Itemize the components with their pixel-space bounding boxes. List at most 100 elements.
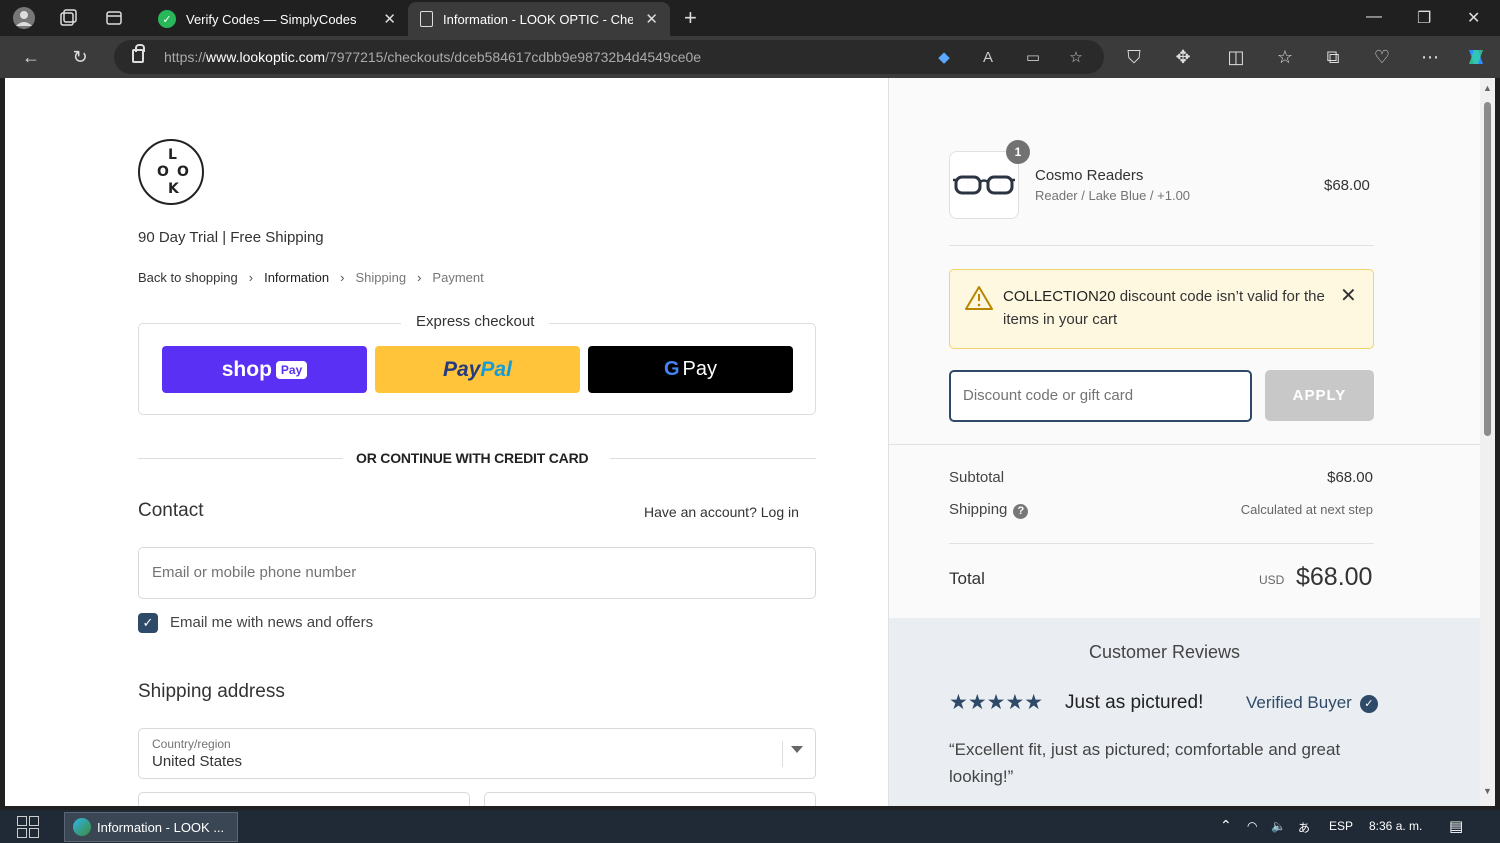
start-menu-icon[interactable] [17, 816, 39, 838]
volume-icon[interactable]: 🔈 [1271, 819, 1286, 833]
google-pay-button[interactable]: G Pay [588, 346, 793, 393]
clock[interactable]: 8:36 a. m. [1369, 819, 1422, 833]
minimize-icon[interactable]: — [1366, 8, 1382, 26]
tab-title: Verify Codes — SimplyCodes [186, 11, 357, 27]
logo-letter: O [177, 164, 189, 180]
tab-simplycodes[interactable]: ✓ Verify Codes — SimplyCodes ✕ [146, 2, 408, 36]
close-icon[interactable]: ✕ [645, 10, 658, 28]
taskbar-app-label: Information - LOOK ... [97, 819, 225, 835]
discount-code-input[interactable]: Discount code or gift card [949, 370, 1252, 422]
quantity-badge: 1 [1006, 140, 1030, 164]
window-close-icon[interactable]: ✕ [1467, 8, 1480, 28]
product-thumbnail [949, 151, 1019, 219]
simplycodes-favicon-icon: ✓ [158, 10, 176, 28]
close-icon[interactable]: ✕ [383, 10, 396, 28]
browser-toolbar: ← ↻ https://www.lookoptic.com/7977215/ch… [0, 36, 1500, 78]
performance-icon[interactable]: ♡ [1370, 45, 1394, 69]
breadcrumb-back-to-shopping[interactable]: Back to shopping [138, 270, 238, 285]
help-icon[interactable]: ? [1013, 504, 1029, 519]
tab-title: Information - LOOK OPTIC - Checkout [443, 11, 633, 27]
divider-text: OR CONTINUE WITH CREDIT CARD [356, 450, 589, 466]
chevron-up-icon[interactable]: ⌃ [1220, 817, 1232, 834]
login-link[interactable]: Have an account? Log in [644, 504, 799, 520]
order-summary: 1 Cosmo Readers Reader / Lake Blue / +1.… [888, 78, 1480, 806]
url-text: https://www.lookoptic.com/7977215/checko… [164, 49, 702, 65]
reviews-title: Customer Reviews [1089, 642, 1241, 662]
favorites-icon[interactable]: ☆ [1273, 45, 1297, 69]
restore-icon[interactable]: ❐ [1417, 8, 1431, 28]
workspaces-icon[interactable] [56, 6, 80, 30]
total-value: $68.00 [1296, 563, 1373, 591]
ime-icon[interactable]: あ [1298, 819, 1310, 836]
paypal-label: Pal [480, 357, 512, 381]
extensions-icon[interactable]: ✥ [1171, 45, 1195, 69]
immersive-reader-icon[interactable]: ▭ [1023, 47, 1043, 67]
close-icon[interactable]: ✕ [1340, 283, 1357, 308]
breadcrumb: Back to shopping › Information › Shippin… [138, 270, 484, 285]
profile-icon[interactable] [12, 6, 36, 30]
taskbar-edge-app[interactable]: Information - LOOK ... [64, 812, 238, 842]
logo-letter: L [168, 147, 177, 163]
express-checkout: Express checkout shop Pay Pay Pal G Pay [138, 313, 816, 415]
last-name-field[interactable] [484, 792, 816, 806]
breadcrumb-shipping: Shipping [355, 270, 407, 285]
split-screen-icon[interactable]: ◫ [1224, 45, 1248, 69]
shop-pay-pill: Pay [275, 360, 308, 379]
page-scrollbar[interactable]: ▲ ▼ [1480, 78, 1495, 806]
wifi-icon[interactable]: ◠ [1247, 819, 1257, 833]
tab-lookoptic[interactable]: Information - LOOK OPTIC - Checkout ✕ [408, 2, 670, 36]
new-tab-icon[interactable]: + [684, 5, 697, 31]
check-icon: ✓ [1359, 695, 1378, 713]
logo-letter: O [157, 164, 169, 180]
shield-extension-icon[interactable]: ⛉ [1122, 45, 1146, 69]
country-select[interactable]: Country/region United States [138, 728, 816, 779]
review-headline: Just as pictured! [1065, 692, 1204, 713]
address-bar[interactable]: https://www.lookoptic.com/7977215/checko… [114, 40, 1104, 74]
warning-icon [965, 286, 993, 310]
scrollbar-thumb[interactable] [1484, 102, 1491, 436]
apply-button[interactable]: APPLY [1265, 370, 1374, 421]
more-menu-icon[interactable]: ⋯ [1418, 45, 1442, 69]
total-label: Total [949, 569, 985, 588]
shipping-value: Calculated at next step [1240, 502, 1373, 517]
back-icon[interactable]: ← [19, 45, 43, 69]
copilot-icon[interactable] [1464, 45, 1488, 69]
collections-icon[interactable]: ⧉ [1321, 45, 1345, 69]
discount-placeholder: Discount code or gift card [963, 387, 1134, 404]
lock-icon [132, 44, 145, 63]
product-name: Cosmo Readers [1035, 167, 1144, 184]
scroll-up-icon[interactable]: ▲ [1483, 83, 1492, 93]
subtotal-value: $68.00 [1327, 469, 1373, 486]
chevron-right-icon: › [248, 270, 254, 285]
checkout-page: L O O K 90 Day Trial | Free Shipping Bac… [5, 78, 1480, 806]
paypal-button[interactable]: Pay Pal [375, 346, 580, 393]
shop-pay-label: shop [221, 357, 272, 381]
language-indicator[interactable]: ESP [1329, 819, 1353, 833]
google-g-icon: G [663, 358, 680, 380]
paypal-label: Pay [443, 357, 481, 381]
subtotal-label: Subtotal [949, 469, 1005, 486]
first-name-field[interactable] [138, 792, 470, 806]
refresh-icon[interactable]: ↻ [68, 45, 92, 69]
email-field[interactable]: Email or mobile phone number [138, 547, 816, 599]
shipping-row-label: Shipping? [949, 501, 1029, 519]
scroll-down-icon[interactable]: ▼ [1483, 786, 1492, 796]
notifications-icon[interactable]: ▤ [1449, 817, 1463, 835]
country-label: Country/region [152, 737, 231, 751]
look-optic-logo[interactable]: L O O K [138, 139, 204, 205]
alert-message: COLLECTION20 discount code isn’t valid f… [1003, 288, 1325, 328]
news-offers-checkbox[interactable]: ✓ [138, 613, 158, 633]
coupon-tag-icon[interactable]: ◆ [934, 47, 954, 67]
contact-heading: Contact [138, 500, 204, 521]
favorite-star-icon[interactable]: ☆ [1066, 47, 1086, 67]
shop-pay-button[interactable]: shop Pay [162, 346, 367, 393]
edge-icon [73, 818, 91, 836]
read-aloud-icon[interactable]: A [978, 47, 998, 67]
google-pay-label: Pay [682, 358, 718, 380]
review-body: “Excellent fit, just as pictured; comfor… [949, 740, 1341, 786]
windows-taskbar: Information - LOOK ... ⌃ ◠ 🔈 あ ESP 8:36 … [0, 810, 1500, 843]
tab-actions-icon[interactable] [102, 6, 126, 30]
chevron-right-icon: › [340, 270, 345, 285]
total-currency: USD [1259, 573, 1285, 587]
glasses-icon [953, 175, 1015, 195]
